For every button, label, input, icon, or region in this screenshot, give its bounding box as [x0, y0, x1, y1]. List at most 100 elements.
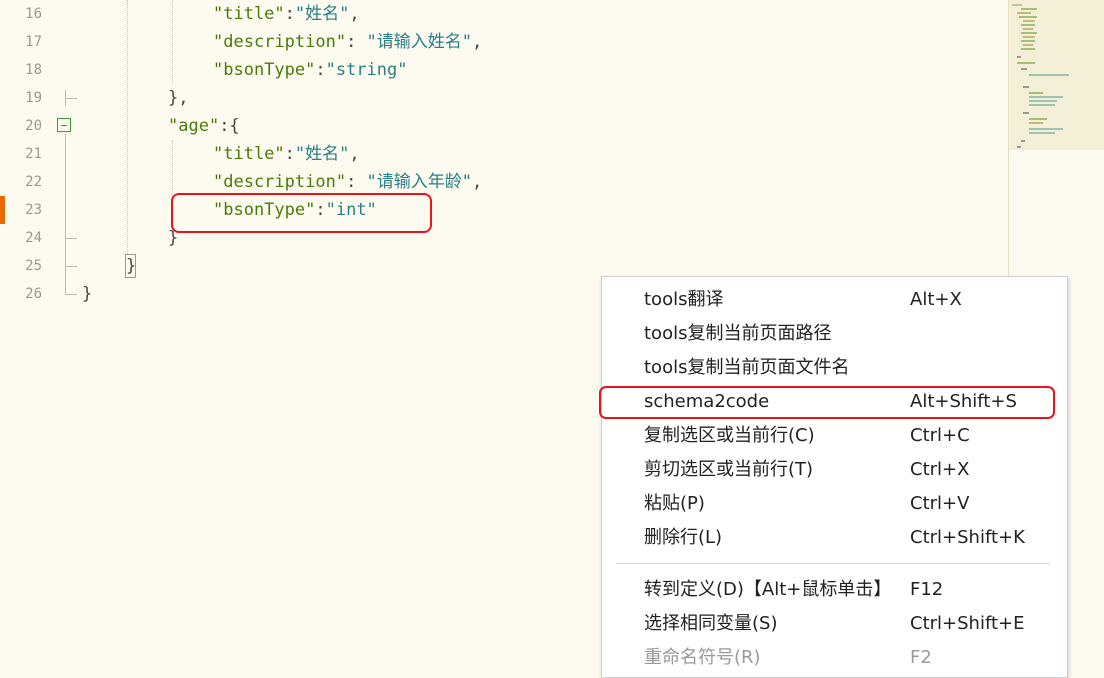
- line-number: 20: [25, 118, 42, 134]
- fold-guide: [65, 238, 77, 239]
- code-token: "description": [213, 32, 347, 52]
- code-line[interactable]: "description": "请输入年龄",: [213, 168, 482, 196]
- minimap-line: [1029, 132, 1055, 134]
- menu-item[interactable]: 选择相同变量(S) Ctrl+Shift+E: [602, 607, 1067, 641]
- line-number: 22: [25, 174, 42, 190]
- menu-item[interactable]: tools翻译 Alt+X: [602, 283, 1067, 317]
- code-token: :: [346, 172, 367, 192]
- code-token: "string": [325, 60, 408, 80]
- menu-item-shortcut: Ctrl+X: [910, 459, 970, 480]
- code-token: "姓名": [294, 4, 350, 24]
- code-token: "请输入年龄": [366, 172, 473, 192]
- context-menu: tools翻译 Alt+X tools复制当前页面路径 tools复制当前页面文件名 s…: [601, 276, 1068, 678]
- minimap-line: [1023, 44, 1033, 46]
- code-line[interactable]: }: [126, 252, 136, 280]
- code-token: "title": [213, 4, 285, 24]
- minimap-line: [1023, 20, 1035, 22]
- line-number: 24: [25, 230, 42, 246]
- menu-item-label: 粘贴(P): [644, 493, 705, 514]
- code-line[interactable]: "description": "请输入姓名",: [213, 28, 482, 56]
- code-token: ,: [472, 172, 483, 192]
- minimap-line: [1029, 100, 1057, 102]
- line-number: 18: [25, 62, 42, 78]
- menu-item-label: 剪切选区或当前行(T): [644, 459, 814, 480]
- code-token: "请输入姓名": [366, 32, 473, 52]
- minimap-line: [1021, 48, 1035, 50]
- minimap-line: [1029, 118, 1047, 120]
- fold-guide: [65, 294, 77, 295]
- menu-item[interactable]: 粘贴(P) Ctrl+V: [602, 487, 1067, 521]
- code-line[interactable]: }: [82, 280, 92, 308]
- menu-item[interactable]: tools复制当前页面文件名: [602, 351, 1067, 385]
- code-token: "age": [168, 116, 220, 136]
- minimap-line: [1029, 96, 1063, 98]
- menu-item-label: tools复制当前页面文件名: [644, 357, 850, 378]
- menu-separator: [616, 563, 1050, 564]
- minimap-line: [1023, 36, 1035, 38]
- minimap-line: [1017, 146, 1021, 148]
- menu-item-label: 选择相同变量(S): [644, 613, 778, 634]
- minimap-line: [1029, 104, 1055, 106]
- code-token: :: [315, 60, 326, 80]
- code-line[interactable]: "bsonType":"string": [213, 56, 408, 84]
- indent-guide: [172, 0, 173, 84]
- minimap-line: [1029, 128, 1063, 130]
- menu-item-shortcut: Ctrl+Shift+K: [910, 527, 1025, 548]
- code-token: ,: [349, 4, 360, 24]
- code-token: ,: [349, 144, 360, 164]
- minimap-line: [1023, 28, 1033, 30]
- minimap-line: [1021, 140, 1025, 142]
- line-number: 23: [25, 202, 42, 218]
- minimap-line: [1023, 86, 1029, 88]
- minimap-line: [1021, 24, 1035, 26]
- code-token: ,: [472, 32, 483, 52]
- menu-item[interactable]: 复制选区或当前行(C) Ctrl+C: [602, 419, 1067, 453]
- code-token: "title": [213, 144, 285, 164]
- code-token: :{: [219, 116, 240, 136]
- code-token: "description": [213, 172, 347, 192]
- code-line[interactable]: "title":"姓名",: [213, 0, 360, 28]
- menu-item[interactable]: tools复制当前页面路径: [602, 317, 1067, 351]
- code-token: },: [168, 88, 189, 108]
- menu-item-shortcut: F2: [910, 647, 932, 668]
- minimap-line: [1029, 74, 1069, 76]
- minimap-line: [1029, 122, 1043, 124]
- minimap-line: [1029, 92, 1043, 94]
- indent-guide: [127, 0, 128, 254]
- menu-item[interactable]: 删除行(L) Ctrl+Shift+K: [602, 521, 1067, 555]
- menu-item-label: 转到定义(D)【Alt+鼠标单击】: [644, 579, 892, 600]
- menu-item-label: 删除行(L): [644, 527, 723, 548]
- line-number: 25: [25, 258, 42, 274]
- minimap-line: [1012, 4, 1022, 6]
- menu-item[interactable]: 转到定义(D)【Alt+鼠标单击】 F12: [602, 573, 1067, 607]
- menu-item-shortcut: Ctrl+C: [910, 425, 970, 446]
- highlight-annotation: [599, 386, 1055, 419]
- menu-item-label: 复制选区或当前行(C): [644, 425, 815, 446]
- minimap-line: [1017, 12, 1031, 14]
- code-line[interactable]: "age":{: [168, 112, 240, 140]
- fold-guide: [65, 134, 66, 294]
- menu-item-label: tools复制当前页面路径: [644, 323, 832, 344]
- menu-item: 重命名符号(R) F2: [602, 641, 1067, 675]
- code-token: :: [284, 144, 295, 164]
- minimap-line: [1017, 56, 1021, 58]
- code-token: "姓名": [294, 144, 350, 164]
- line-number: 19: [25, 90, 42, 106]
- code-token: :: [346, 32, 367, 52]
- minimap-line: [1017, 62, 1035, 64]
- menu-item-label: tools翻译: [644, 289, 724, 310]
- minimap-line: [1019, 16, 1037, 18]
- menu-item-shortcut: Ctrl+Shift+E: [910, 613, 1025, 634]
- menu-item-label: 重命名符号(R): [644, 647, 761, 668]
- code-line[interactable]: },: [168, 84, 188, 112]
- menu-item[interactable]: 剪切选区或当前行(T) Ctrl+X: [602, 453, 1067, 487]
- fold-guide: [65, 98, 77, 99]
- highlight-annotation: [171, 193, 432, 233]
- code-line[interactable]: "title":"姓名",: [213, 140, 360, 168]
- menu-item-shortcut: Ctrl+V: [910, 493, 970, 514]
- minimap-line: [1021, 32, 1037, 34]
- line-number: 17: [25, 34, 42, 50]
- menu-item-shortcut: F12: [910, 579, 944, 600]
- code-token: }: [126, 256, 137, 276]
- fold-toggle-icon[interactable]: [57, 118, 71, 132]
